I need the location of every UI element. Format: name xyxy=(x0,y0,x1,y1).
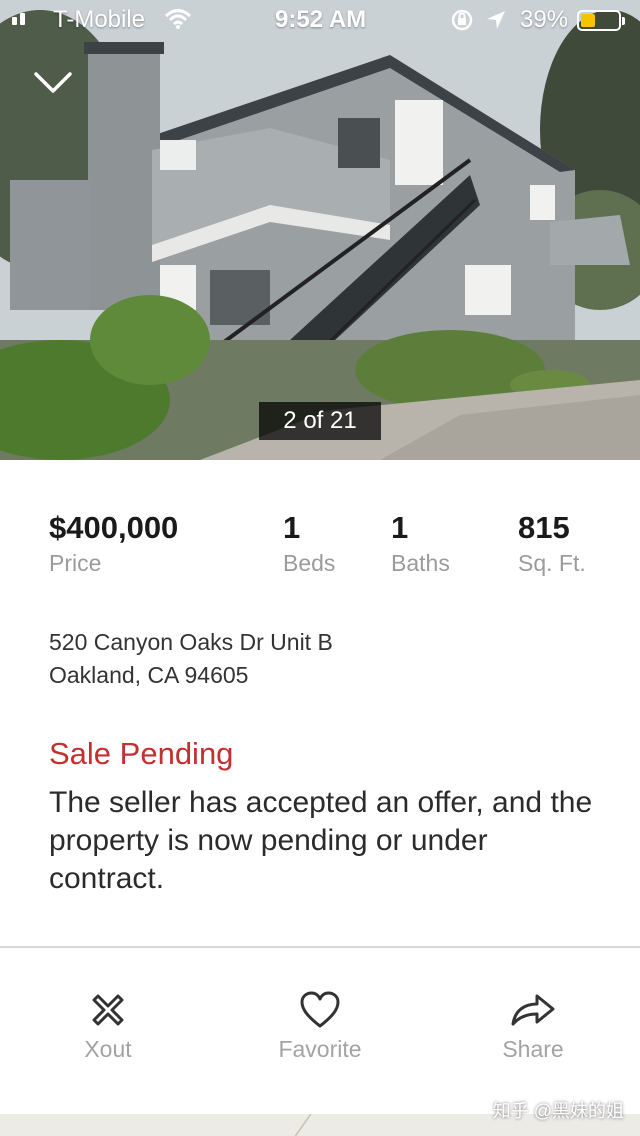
divider xyxy=(0,946,640,948)
sqft-value: 815 xyxy=(518,510,570,545)
sale-status-title: Sale Pending xyxy=(49,736,234,771)
listing-detail-screen: T-Mobile 9:52 AM 39% 2 of 21 $400,000 Pr… xyxy=(0,0,640,1136)
beds-label: Beds xyxy=(283,550,336,576)
baths-stat: 1 Baths xyxy=(391,510,450,578)
property-address: 520 Canyon Oaks Dr Unit B Oakland, CA 94… xyxy=(49,626,333,692)
baths-value: 1 xyxy=(391,510,409,545)
beds-value: 1 xyxy=(283,510,301,545)
price-label: Price xyxy=(49,550,102,576)
photo-counter: 2 of 21 xyxy=(259,402,381,440)
property-photo-gallery[interactable]: T-Mobile 9:52 AM 39% 2 of 21 xyxy=(0,0,640,460)
property-photo xyxy=(0,0,640,460)
wifi-icon xyxy=(164,8,192,37)
watermark: 知乎 @黑妹的姐 xyxy=(492,1101,624,1121)
share-arrow-icon xyxy=(511,994,555,1026)
price-stat: $400,000 Price xyxy=(49,510,178,578)
clock: 9:52 AM xyxy=(275,6,367,33)
location-arrow-icon xyxy=(486,9,506,37)
address-line-2: Oakland, CA 94605 xyxy=(49,662,249,688)
battery-icon xyxy=(577,10,625,31)
sale-status-description: The seller has accepted an offer, and th… xyxy=(49,786,593,895)
sqft-label: Sq. Ft. xyxy=(518,550,586,576)
share-button[interactable]: Share xyxy=(453,990,613,1063)
heart-icon xyxy=(300,991,340,1028)
baths-label: Baths xyxy=(391,550,450,576)
chevron-down-icon[interactable] xyxy=(33,70,73,96)
beds-stat: 1 Beds xyxy=(283,510,335,578)
sqft-stat: 815 Sq. Ft. xyxy=(518,510,586,578)
xout-label: Xout xyxy=(84,1036,132,1062)
battery-level xyxy=(581,14,595,27)
orientation-lock-icon xyxy=(450,8,474,39)
battery-percent: 39% xyxy=(520,6,569,33)
favorite-button[interactable]: Favorite xyxy=(240,990,400,1063)
favorite-label: Favorite xyxy=(278,1036,362,1062)
xout-icon xyxy=(92,994,124,1026)
signal-icon xyxy=(12,13,25,25)
carrier-name: T-Mobile xyxy=(53,6,146,33)
share-label: Share xyxy=(502,1036,564,1062)
price-value: $400,000 xyxy=(49,510,179,545)
xout-button[interactable]: Xout xyxy=(28,990,188,1063)
status-bar: T-Mobile 9:52 AM 39% xyxy=(0,0,640,40)
address-line-1: 520 Canyon Oaks Dr Unit B xyxy=(49,629,333,655)
